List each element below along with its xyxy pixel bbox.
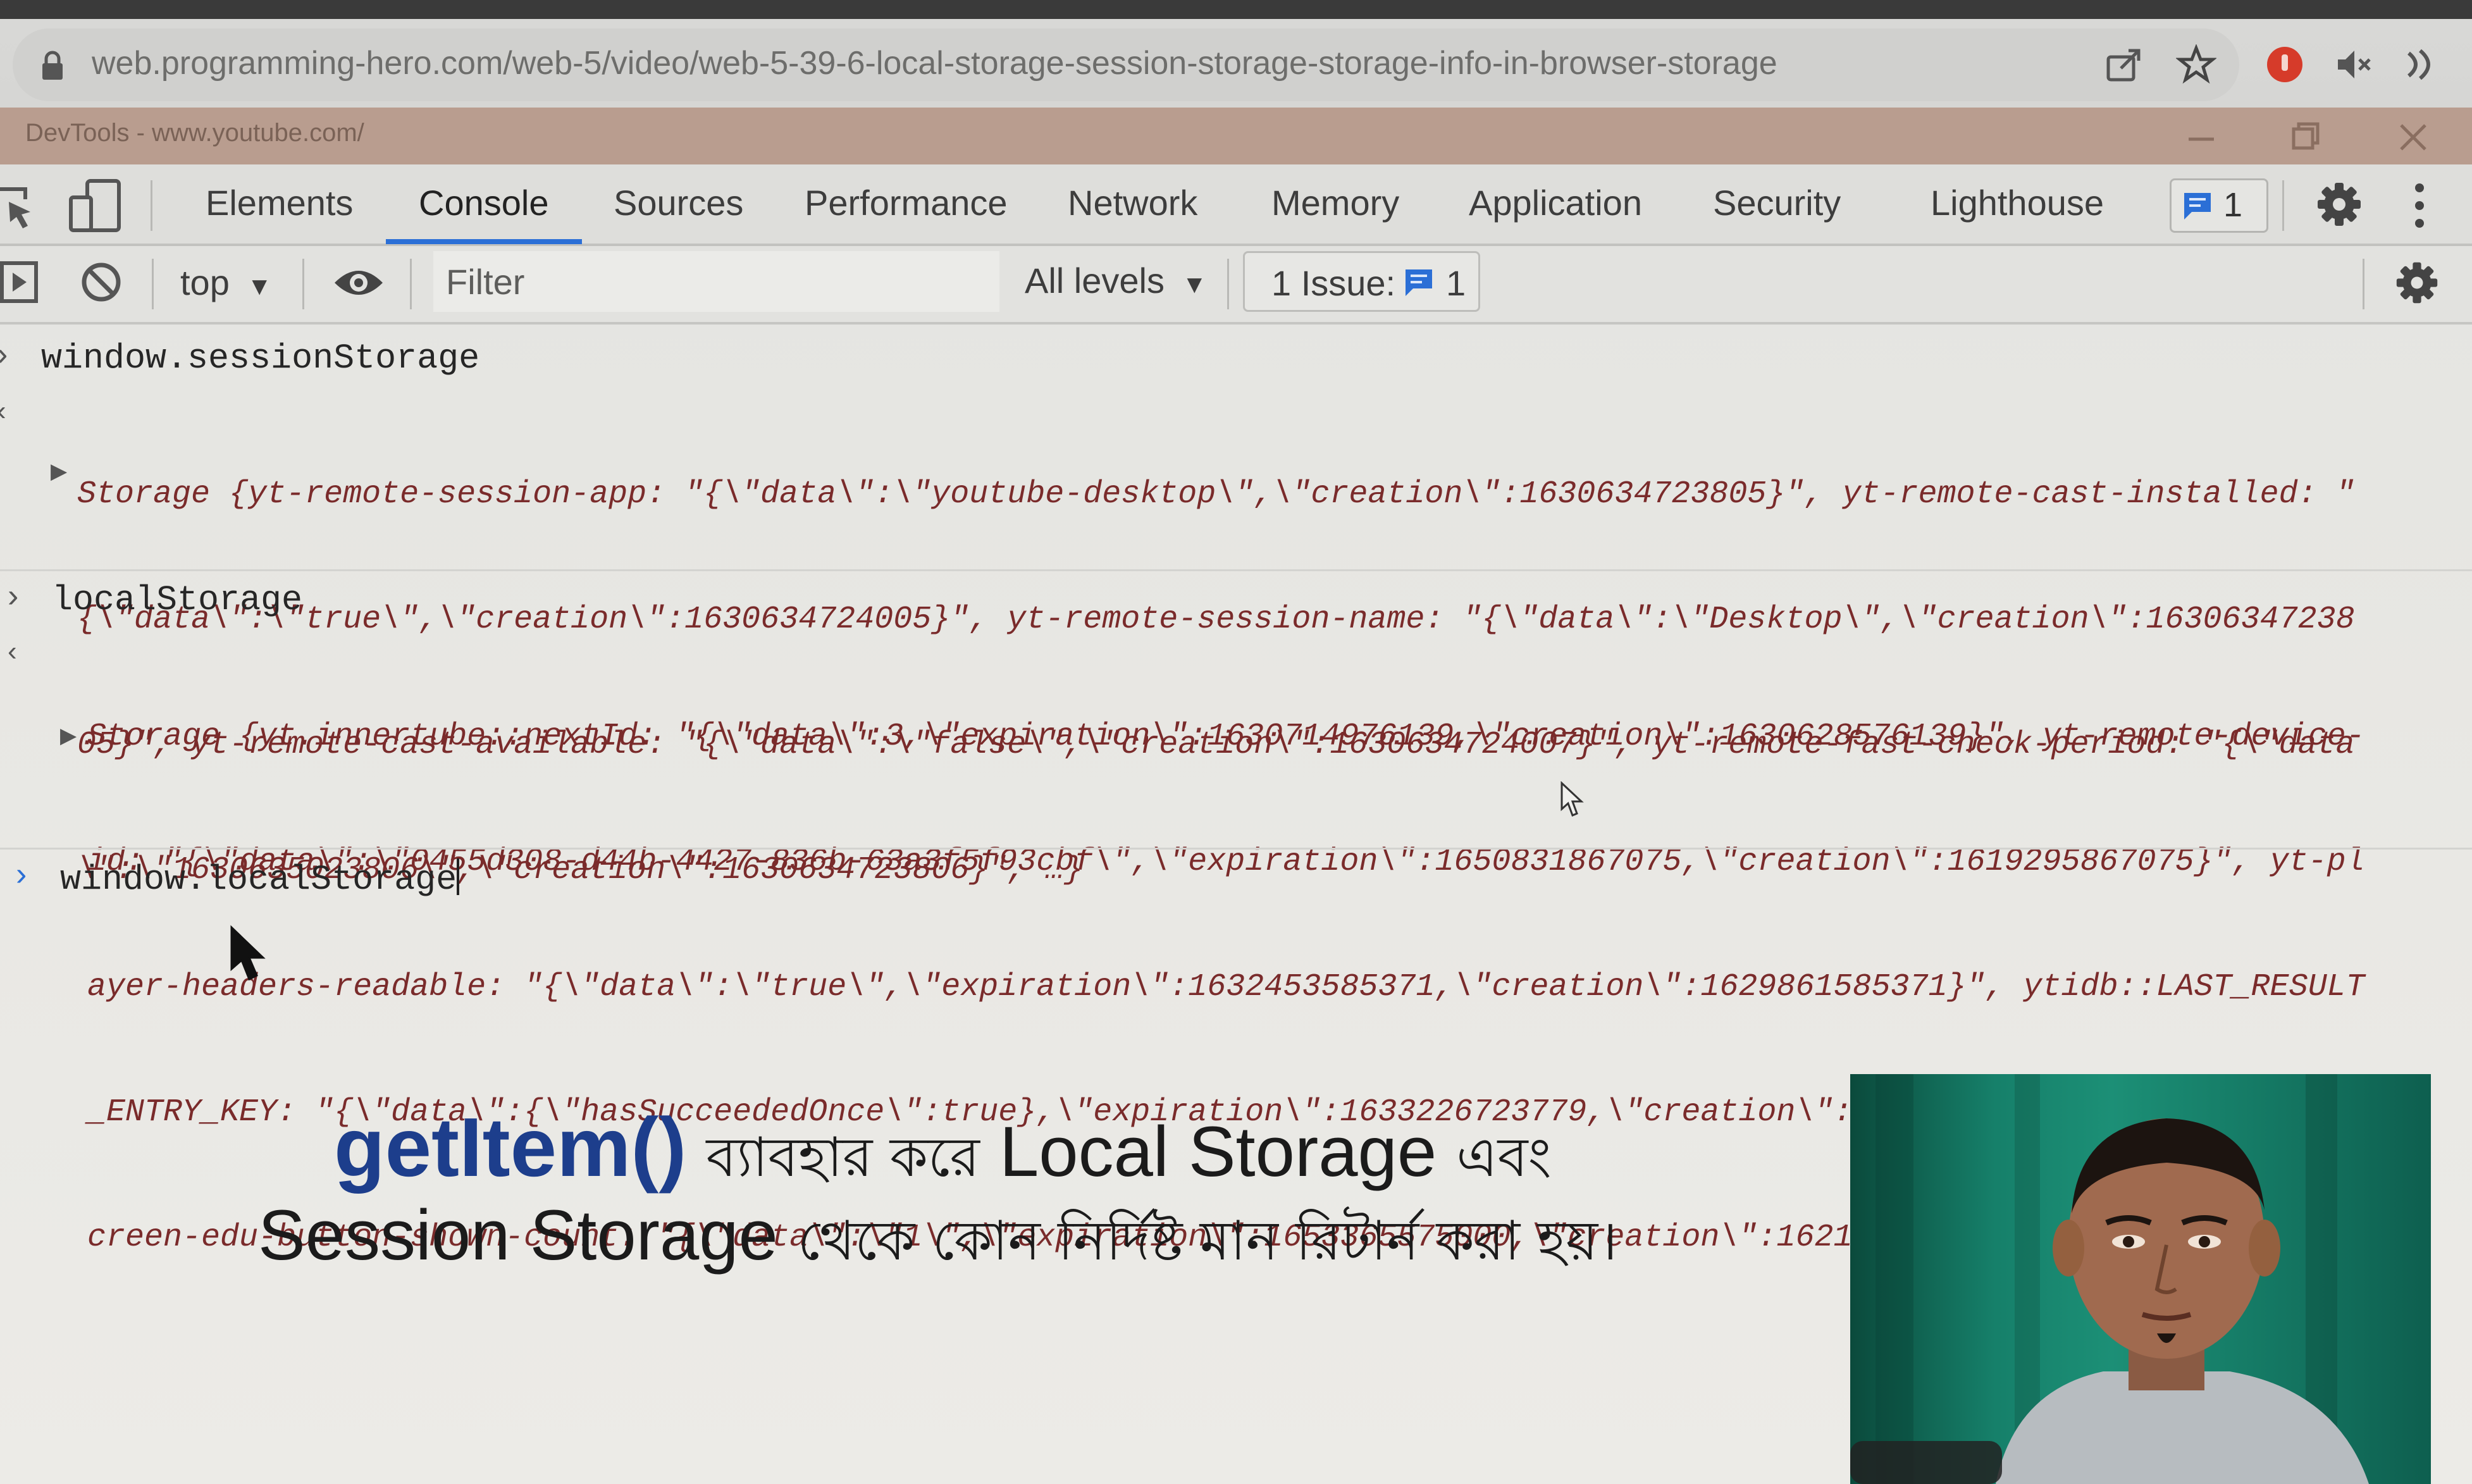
issues-counter-button[interactable]: 1 xyxy=(2170,178,2268,233)
row-divider xyxy=(0,569,2472,571)
console-input[interactable]: window.localStorage xyxy=(60,858,460,900)
devtools-tab-bar: Elements Console Sources Performance Net… xyxy=(0,164,2472,246)
input-prompt-icon: › xyxy=(0,335,8,373)
console-toolbar: top ▼ All levels ▼ 1 Issue: 1 xyxy=(0,246,2472,325)
url-text[interactable]: web.programming-hero.com/web-5/video/web… xyxy=(92,44,1777,82)
active-tab-indicator xyxy=(386,239,582,244)
divider xyxy=(302,259,304,309)
filter-input[interactable] xyxy=(433,251,999,312)
eye-icon[interactable] xyxy=(332,265,385,300)
read-aloud-icon[interactable] xyxy=(2404,44,2444,85)
minimize-icon[interactable] xyxy=(2179,115,2223,159)
text-caret xyxy=(457,858,460,895)
divider xyxy=(2363,259,2364,309)
screenshot: { "browser": { "url": "web.programming-h… xyxy=(0,0,2472,1484)
divider xyxy=(152,259,154,309)
issues-label: 1 Issue: xyxy=(1271,263,1396,303)
message-icon xyxy=(1406,269,1432,296)
console-command: localStorage xyxy=(52,580,303,620)
expand-triangle-icon[interactable]: ▶ xyxy=(51,459,67,484)
result-line: Storage {yt.innertube::nextId: "{\"data\… xyxy=(87,719,2365,755)
tab-sources[interactable]: Sources xyxy=(614,182,743,223)
divider xyxy=(1227,259,1229,309)
caption-bengali-text: থেকে কোন নির্দিষ্ট মান রিটার্ন করা হয়। xyxy=(797,1209,1617,1273)
sidebar-toggle-icon[interactable] xyxy=(0,260,39,304)
mouse-pointer-icon xyxy=(1560,781,1584,817)
tab-memory[interactable]: Memory xyxy=(1271,182,1399,223)
log-levels-value: All levels xyxy=(1025,261,1165,300)
console-input-text: window.localStorage xyxy=(60,860,457,900)
issues-button[interactable]: 1 Issue: 1 xyxy=(1243,251,1480,312)
caption-english-text: Local Storage xyxy=(999,1112,1437,1191)
tab-security[interactable]: Security xyxy=(1713,182,1841,223)
dropdown-arrow-icon: ▼ xyxy=(247,273,273,300)
output-arrow-icon: ‹ xyxy=(8,636,17,667)
console-settings-gear-icon[interactable] xyxy=(2394,260,2440,306)
mouse-pointer-icon xyxy=(230,925,266,981)
input-prompt-icon: › xyxy=(16,856,27,893)
divider xyxy=(151,180,152,231)
result-line: ayer-headers-readable: "{\"data\":\"true… xyxy=(87,969,2365,1005)
tab-application[interactable]: Application xyxy=(1469,182,1642,223)
message-icon xyxy=(2184,193,2211,220)
console-command: window.sessionStorage xyxy=(41,338,480,378)
more-options-icon[interactable] xyxy=(2410,180,2429,231)
browser-toolbar: web.programming-hero.com/web-5/video/web… xyxy=(0,0,2472,108)
caption-english-text: Session Storage xyxy=(258,1196,778,1275)
instructor-figure xyxy=(1850,1074,2369,1484)
close-icon[interactable] xyxy=(2391,115,2435,159)
tab-console[interactable]: Console xyxy=(419,182,548,223)
tab-performance[interactable]: Performance xyxy=(805,182,1008,223)
input-prompt-icon: › xyxy=(8,578,19,614)
issues-count: 1 xyxy=(2223,186,2243,224)
settings-gear-icon[interactable] xyxy=(2315,180,2363,228)
instructor-webcam xyxy=(1850,1074,2431,1484)
bookmark-star-icon[interactable] xyxy=(2176,44,2216,85)
caption-bengali-text: ব্যাবহার করে xyxy=(706,1126,980,1189)
device-toolbar-icon[interactable] xyxy=(68,178,125,233)
caption-bengali-text: এবং xyxy=(1456,1126,1552,1189)
issues-count: 1 xyxy=(1446,263,1466,303)
context-value: top xyxy=(180,263,230,302)
divider xyxy=(410,259,412,309)
lesson-caption-line-1: getItem() ব্যাবহার করে Local Storage এবং xyxy=(334,1099,1552,1206)
log-levels-dropdown[interactable]: All levels ▼ xyxy=(1025,260,1207,301)
share-icon[interactable] xyxy=(2103,44,2144,85)
tab-elements[interactable]: Elements xyxy=(206,182,353,223)
caption-highlight: getItem() xyxy=(334,1101,687,1194)
dropdown-arrow-icon: ▼ xyxy=(1182,271,1208,299)
row-divider xyxy=(0,848,2472,850)
tab-network[interactable]: Network xyxy=(1068,182,1197,223)
restore-icon[interactable] xyxy=(2284,115,2328,159)
extension-record-icon[interactable] xyxy=(2265,44,2305,85)
lock-icon xyxy=(42,51,63,80)
result-line: Storage {yt-remote-session-app: "{\"data… xyxy=(77,476,2355,512)
output-arrow-icon: ‹ xyxy=(0,395,6,427)
expand-triangle-icon[interactable]: ▶ xyxy=(60,723,77,748)
devtools-window-title: DevTools - www.youtube.com/ xyxy=(25,119,364,147)
devtools-titlebar: DevTools - www.youtube.com/ xyxy=(0,108,2472,164)
clear-console-icon[interactable] xyxy=(79,260,123,304)
context-selector[interactable]: top ▼ xyxy=(180,262,272,303)
tab-lighthouse[interactable]: Lighthouse xyxy=(1931,182,2104,223)
mute-icon[interactable] xyxy=(2334,44,2375,85)
lesson-caption-line-2: Session Storage থেকে কোন নির্দিষ্ট মান র… xyxy=(258,1194,1617,1290)
divider xyxy=(2282,180,2284,231)
inspect-element-icon[interactable] xyxy=(0,180,38,231)
